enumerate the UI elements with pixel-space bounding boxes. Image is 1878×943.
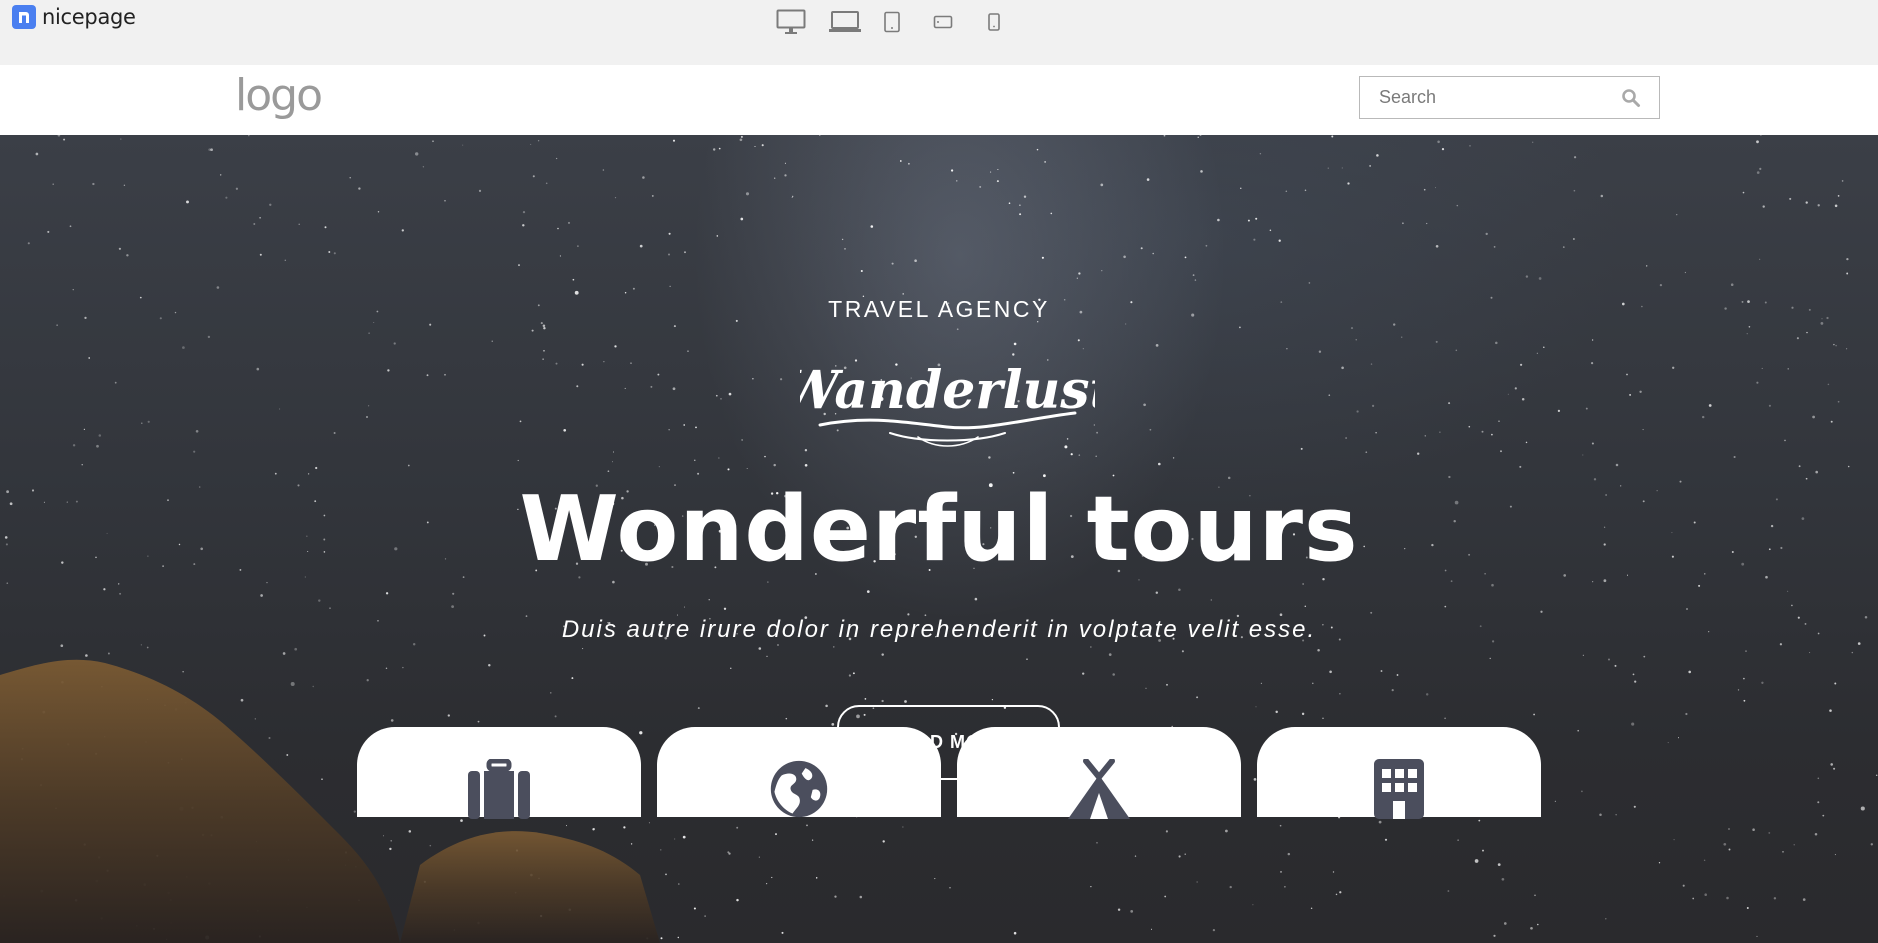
feature-card-camping[interactable]	[957, 727, 1241, 819]
device-switcher	[776, 8, 1002, 36]
wanderlust-script-logo: Wanderlust	[800, 360, 1095, 447]
search-input[interactable]	[1360, 77, 1659, 118]
hero-subline: Duis autre irure dolor in reprehenderit …	[561, 616, 1317, 643]
hero-kicker: TRAVEL AGENCY	[828, 296, 1050, 322]
nicepage-brand[interactable]: nicepage	[12, 5, 136, 29]
desktop-icon[interactable]	[776, 8, 806, 36]
feature-card-world[interactable]	[657, 727, 941, 818]
feature-cards	[357, 727, 1541, 819]
editor-toolbar: nicepage	[0, 0, 1878, 65]
hero-section: TRAVEL AGENCY Wanderlust Wonderful tours…	[0, 135, 1878, 943]
globe-icon	[770, 760, 828, 818]
hotel-icon	[1374, 759, 1424, 819]
suitcase-icon	[468, 759, 530, 819]
site-header: logo	[0, 65, 1878, 135]
search-box[interactable]	[1359, 76, 1660, 119]
search-icon[interactable]	[1621, 88, 1641, 113]
tent-icon	[1068, 759, 1130, 819]
app-name: nicepage	[42, 5, 136, 29]
hero-headline: Wonderful tours	[519, 477, 1359, 582]
feature-card-hotels[interactable]	[1257, 727, 1541, 819]
nicepage-logo-icon	[12, 5, 36, 29]
feature-card-luggage[interactable]	[357, 727, 641, 819]
tablet-icon[interactable]	[882, 8, 902, 36]
tablet-landscape-icon[interactable]	[932, 8, 954, 36]
site-logo[interactable]: logo	[235, 70, 323, 121]
phone-icon[interactable]	[986, 8, 1002, 36]
laptop-icon[interactable]	[828, 8, 862, 36]
svg-text:Wanderlust: Wanderlust	[800, 360, 1095, 421]
